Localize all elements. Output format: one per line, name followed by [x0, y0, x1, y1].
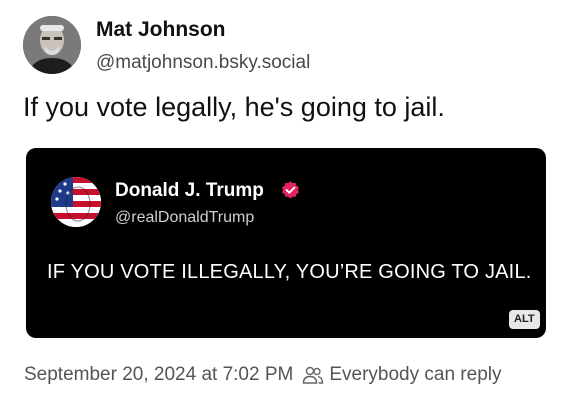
author-avatar[interactable]	[23, 16, 81, 74]
post-timestamp[interactable]: September 20, 2024 at 7:02 PM	[24, 364, 293, 386]
post: Mat Johnson @matjohnson.bsky.social If y…	[0, 0, 570, 404]
quoted-author-name[interactable]: Donald J. Trump	[115, 180, 264, 202]
author-handle[interactable]: @matjohnson.bsky.social	[96, 52, 310, 74]
post-meta: September 20, 2024 at 7:02 PM Everybody …	[24, 364, 502, 386]
user-avatar-icon	[23, 16, 81, 74]
quoted-post-text: IF YOU VOTE ILLEGALLY, YOU’RE GOING TO J…	[47, 261, 532, 283]
flag-face-avatar-icon	[51, 177, 101, 227]
verified-badge-icon	[282, 181, 299, 199]
post-text: If you vote legally, he's going to jail.	[23, 92, 445, 122]
people-icon	[303, 366, 324, 384]
quoted-author-handle[interactable]: @realDonaldTrump	[115, 209, 254, 227]
alt-text-badge[interactable]: ALT	[509, 310, 540, 329]
quoted-author-avatar[interactable]	[51, 177, 101, 227]
quoted-post-card[interactable]: Donald J. Trump @realDonaldTrump IF YOU …	[26, 148, 546, 338]
reply-setting[interactable]: Everybody can reply	[329, 364, 501, 386]
author-name[interactable]: Mat Johnson	[96, 18, 226, 42]
